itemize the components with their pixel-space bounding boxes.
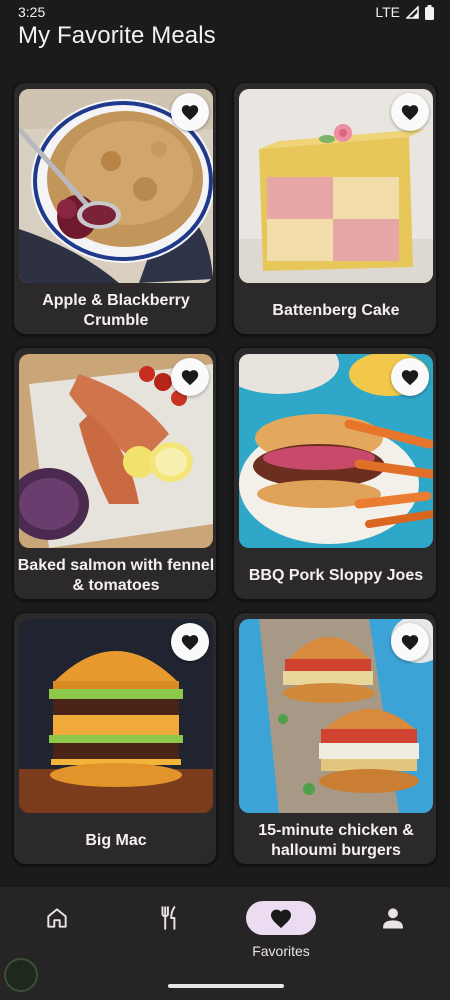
meal-card[interactable]: Big Mac (13, 612, 217, 865)
restaurant-icon (161, 906, 176, 930)
status-icons: LTE (375, 4, 434, 20)
heart-icon (181, 635, 199, 651)
nav-label-favorites: Favorites (252, 943, 310, 959)
favorite-button[interactable] (171, 623, 209, 661)
network-type: LTE (375, 4, 400, 20)
battery-icon (425, 4, 434, 20)
meal-title: Battenberg Cake (272, 302, 400, 319)
meal-grid: Apple & Blackberry Crumble Battenberg Ca… (13, 82, 437, 865)
heart-icon (401, 105, 419, 121)
favorite-button[interactable] (391, 93, 429, 131)
status-time: 3:25 (18, 4, 46, 20)
nav-item-favorites[interactable]: Favorites (241, 901, 321, 961)
favorite-button[interactable] (171, 93, 209, 131)
heart-icon (181, 370, 199, 386)
person-icon (383, 908, 403, 929)
meal-card[interactable]: BBQ Pork Sloppy Joes (233, 347, 437, 600)
status-bar: 3:25 LTE (0, 0, 450, 24)
favorite-button[interactable] (391, 623, 429, 661)
nav-item-home[interactable] (17, 901, 97, 961)
meal-title: 15-minute chicken & halloumi burgers (258, 822, 414, 859)
page-title: My Favorite Meals (18, 22, 216, 49)
signal-icon (406, 5, 419, 19)
meal-title: Big Mac (85, 832, 147, 849)
favorite-button[interactable] (171, 358, 209, 396)
meal-card[interactable]: Baked salmon with fennel & tomatoes (13, 347, 217, 600)
home-indicator[interactable] (168, 984, 284, 988)
meal-card[interactable]: Apple & Blackberry Crumble (13, 82, 217, 335)
meal-title: Baked salmon with fennel & tomatoes (17, 557, 215, 594)
watermark-logo (4, 958, 38, 992)
meal-title: Apple & Blackberry Crumble (42, 292, 190, 329)
favorite-button[interactable] (391, 358, 429, 396)
heart-icon (181, 105, 199, 121)
home-icon (47, 908, 67, 928)
meal-card[interactable]: 15-minute chicken & halloumi burgers (233, 612, 437, 865)
heart-icon (271, 909, 291, 928)
nav-item-profile[interactable] (353, 901, 433, 961)
nav-item-meals[interactable] (129, 901, 209, 961)
heart-icon (401, 635, 419, 651)
meal-title: BBQ Pork Sloppy Joes (248, 567, 424, 584)
meal-card[interactable]: Battenberg Cake (233, 82, 437, 335)
heart-icon (401, 370, 419, 386)
